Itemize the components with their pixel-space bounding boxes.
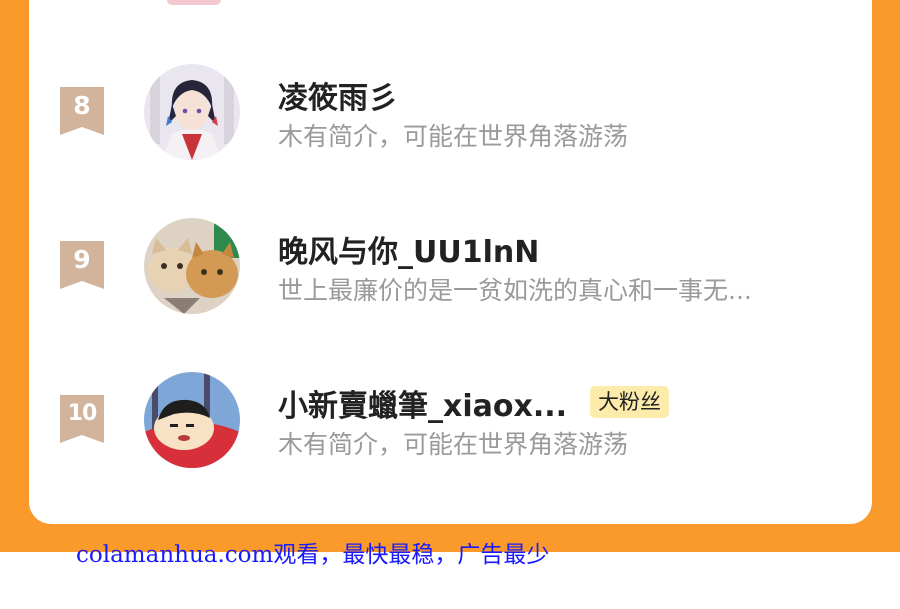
username[interactable]: 凌筱雨彡 — [278, 73, 398, 117]
user-avatar[interactable] — [144, 372, 240, 468]
username[interactable]: 小新賣蠟筆_xiaox... — [278, 381, 567, 425]
ranking-row[interactable]: 10 小新賣蠟筆_xiaox... 大粉丝 木有简介，可能在世界角落游荡 — [0, 369, 900, 469]
user-avatar[interactable] — [144, 218, 240, 314]
rank-badge: 8 — [60, 87, 104, 135]
rank-badge: 9 — [60, 241, 104, 289]
ranking-row[interactable]: 8 凌筱雨彡 木有简介，可能在世界角落游荡 — [0, 61, 900, 161]
username[interactable]: 晚风与你_UU1lnN — [278, 227, 539, 271]
user-bio: 木有简介，可能在世界角落游荡 — [278, 430, 629, 459]
rank-number: 9 — [73, 245, 91, 274]
avatar — [167, 0, 221, 5]
user-bio: 世上最廉价的是一贫如洗的真心和一事无... — [278, 276, 752, 305]
rank-number: 10 — [67, 401, 98, 426]
ranking-row[interactable]: 9 晚风与你_UU1lnN 世上最廉价的是一贫如洗的真心和一事无... — [0, 215, 900, 315]
rank-number: 8 — [73, 91, 91, 120]
user-bio: 木有简介，可能在世界角落游荡 — [278, 122, 629, 151]
user-avatar[interactable] — [144, 64, 240, 160]
big-fan-badge: 大粉丝 — [590, 386, 669, 418]
watermark-text: colamanhua.com观看，最快最稳，广告最少 — [76, 542, 550, 568]
rank-badge: 10 — [60, 395, 104, 443]
